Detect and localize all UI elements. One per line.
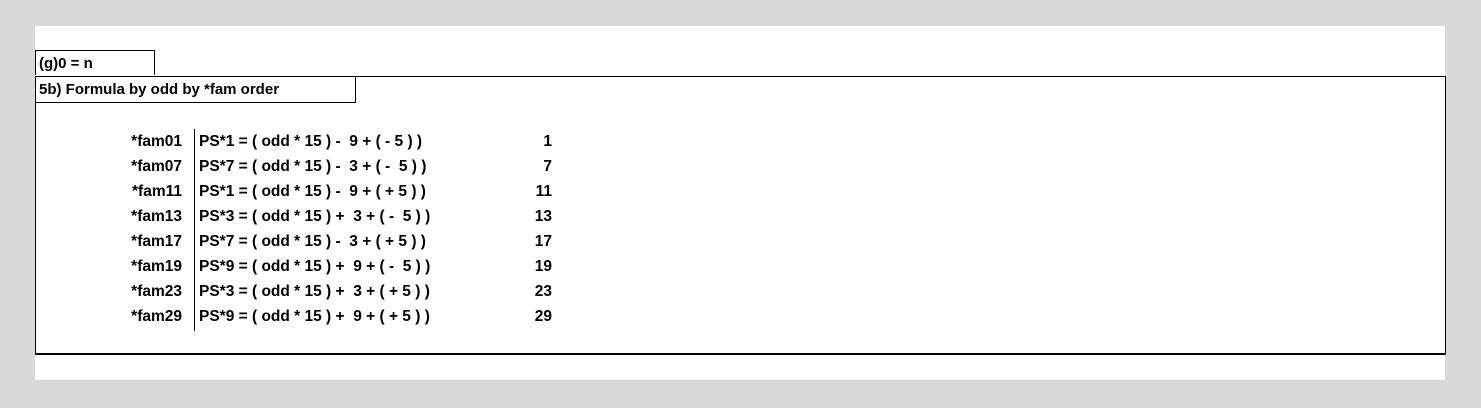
table-row: *fam13 PS*3 = ( odd * 15 ) + 3 + ( - 5 )… <box>36 204 1445 229</box>
fam-number: 13 <box>534 208 552 225</box>
table-row: *fam19 PS*9 = ( odd * 15 ) + 9 + ( - 5 )… <box>36 254 1445 279</box>
formula-text: PS*3 = ( odd * 15 ) + 3 + ( - 5 ) ) <box>199 208 431 225</box>
fam-label: *fam29 <box>131 308 182 325</box>
fam-label: *fam13 <box>131 208 182 225</box>
formula-text: PS*7 = ( odd * 15 ) - 3 + ( - 5 ) ) <box>199 158 427 175</box>
formula-text: PS*7 = ( odd * 15 ) - 3 + ( + 5 ) ) <box>199 233 426 250</box>
table-row: *fam07 PS*7 = ( odd * 15 ) - 3 + ( - 5 )… <box>36 154 1445 179</box>
formula-text: PS*9 = ( odd * 15 ) + 9 + ( + 5 ) ) <box>199 308 430 325</box>
table-row: *fam23 PS*3 = ( odd * 15 ) + 3 + ( + 5 )… <box>36 279 1445 304</box>
section-title: 5b) Formula by odd by *fam order <box>36 77 356 103</box>
table-row: *fam29 PS*9 = ( odd * 15 ) + 9 + ( + 5 )… <box>36 304 1445 329</box>
fam-label: *fam17 <box>131 233 182 250</box>
table-row: *fam01 PS*1 = ( odd * 15 ) - 9 + ( - 5 )… <box>36 129 1445 154</box>
formula-table-box: 5b) Formula by odd by *fam order *fam01 … <box>35 76 1446 355</box>
fam-number: 23 <box>534 283 552 300</box>
fam-number: 7 <box>543 158 552 175</box>
spreadsheet-area: (g)0 = n 5b) Formula by odd by *fam orde… <box>35 26 1446 380</box>
fam-label: *fam23 <box>131 283 182 300</box>
fam-label: *fam07 <box>131 158 182 175</box>
fam-number: 17 <box>534 233 552 250</box>
formula-text: PS*3 = ( odd * 15 ) + 3 + ( + 5 ) ) <box>199 283 430 300</box>
fam-number: 29 <box>534 308 552 325</box>
formula-text: PS*9 = ( odd * 15 ) + 9 + ( - 5 ) ) <box>199 258 431 275</box>
table-row: *fam11 PS*1 = ( odd * 15 ) - 9 + ( + 5 )… <box>36 179 1445 204</box>
fam-label: *fam11 <box>132 183 182 200</box>
fam-label: *fam19 <box>131 258 182 275</box>
fam-number: 19 <box>534 258 552 275</box>
formula-text: PS*1 = ( odd * 15 ) - 9 + ( - 5 ) ) <box>199 133 423 150</box>
table-row: *fam17 PS*7 = ( odd * 15 ) - 3 + ( + 5 )… <box>36 229 1445 254</box>
g-label-cell: (g)0 = n <box>35 50 155 75</box>
fam-number: 1 <box>543 133 552 150</box>
fam-label: *fam01 <box>131 133 182 150</box>
fam-number: 11 <box>535 183 552 200</box>
formula-text: PS*1 = ( odd * 15 ) - 9 + ( + 5 ) ) <box>199 183 426 200</box>
formula-rows: *fam01 PS*1 = ( odd * 15 ) - 9 + ( - 5 )… <box>36 129 1445 329</box>
